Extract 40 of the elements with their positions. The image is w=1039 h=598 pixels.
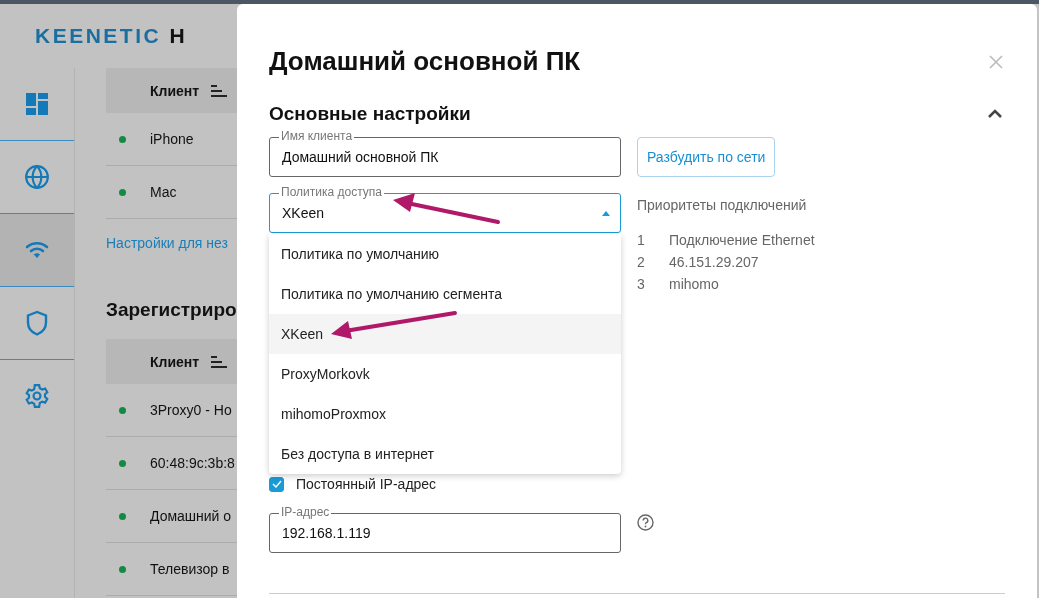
wifi-icon bbox=[25, 241, 49, 259]
priority-number: 2 bbox=[637, 254, 646, 270]
checkbox[interactable] bbox=[269, 476, 284, 492]
priorities-title: Приоритеты подключений bbox=[637, 197, 808, 213]
close-icon[interactable] bbox=[989, 54, 1003, 69]
client-name: 60:48:9c:3b:8 bbox=[150, 455, 235, 471]
connection-name: mihomo bbox=[669, 276, 719, 292]
chevron-icon[interactable] bbox=[987, 109, 1003, 119]
checkbox-label: Постоянный IP-адрес bbox=[296, 476, 437, 492]
priority-number: 1 bbox=[637, 232, 646, 248]
section-title: Зарегистриро bbox=[106, 299, 237, 321]
shield-icon bbox=[26, 310, 48, 336]
client-name: iPhone bbox=[150, 131, 194, 147]
client-name: Домашний о bbox=[150, 508, 232, 524]
column-header[interactable]: Клиент bbox=[150, 82, 200, 99]
dashboard-icon bbox=[25, 92, 49, 116]
logo: KEENETIC H bbox=[35, 24, 188, 48]
menu-item[interactable]: ProxyMorkovk bbox=[269, 354, 621, 394]
globe-icon bbox=[24, 164, 50, 190]
column-header[interactable]: Клиент bbox=[150, 353, 200, 370]
client-name: Телевизор в bbox=[150, 561, 230, 577]
dialog-title: Домашний основной ПК bbox=[269, 46, 581, 77]
sidebar-item[interactable] bbox=[0, 214, 74, 287]
menu-item[interactable]: Без доступа в интернет bbox=[269, 434, 621, 474]
menu-item[interactable]: mihomoProxmox bbox=[269, 394, 621, 434]
sort-icon[interactable] bbox=[211, 355, 228, 368]
client-name: Mac bbox=[150, 184, 177, 200]
section-title: Основные настройки bbox=[269, 103, 471, 125]
priority-number: 3 bbox=[637, 276, 646, 292]
menu-item[interactable]: Политика по умолчанию сегмента bbox=[269, 274, 621, 314]
sort-icon[interactable] bbox=[211, 84, 228, 97]
wake-button[interactable]: Разбудить по сети bbox=[637, 137, 776, 177]
help-icon[interactable] bbox=[637, 514, 654, 531]
caret-icon[interactable] bbox=[602, 211, 610, 216]
client-name: 3Proxy0 - Ho bbox=[150, 402, 232, 418]
menu-item[interactable]: Политика по умолчанию bbox=[269, 234, 621, 274]
settings-icon bbox=[24, 383, 50, 409]
connection-name: 46.151.29.207 bbox=[669, 254, 759, 270]
connection-name: Подключение Ethernet bbox=[669, 232, 815, 248]
menu-item[interactable]: XKeen bbox=[269, 314, 621, 354]
